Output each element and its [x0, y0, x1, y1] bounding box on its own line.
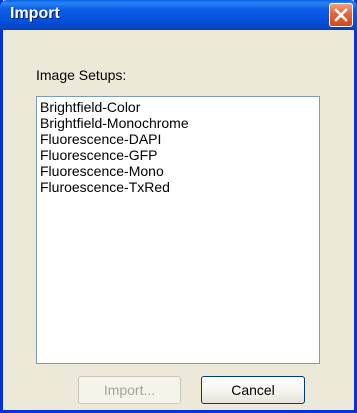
- list-item[interactable]: Brightfield-Color: [37, 99, 319, 115]
- image-setups-label: Image Setups:: [36, 67, 127, 83]
- title-bar[interactable]: Import: [0, 0, 357, 30]
- close-button[interactable]: [329, 3, 353, 27]
- cancel-button[interactable]: Cancel: [201, 376, 305, 404]
- list-item[interactable]: Brightfield-Monochrome: [37, 115, 319, 131]
- close-icon: [334, 8, 348, 22]
- list-item[interactable]: Fluorescence-Mono: [37, 163, 319, 179]
- list-item[interactable]: Fluroescence-TxRed: [37, 179, 319, 195]
- image-setups-listbox[interactable]: Brightfield-Color Brightfield-Monochrome…: [36, 96, 320, 364]
- dialog-title: Import: [10, 5, 60, 22]
- import-button[interactable]: Import...: [78, 376, 181, 404]
- list-item[interactable]: Fluorescence-DAPI: [37, 131, 319, 147]
- list-item[interactable]: Fluorescence-GFP: [37, 147, 319, 163]
- image-setups-list: Brightfield-Color Brightfield-Monochrome…: [37, 97, 319, 195]
